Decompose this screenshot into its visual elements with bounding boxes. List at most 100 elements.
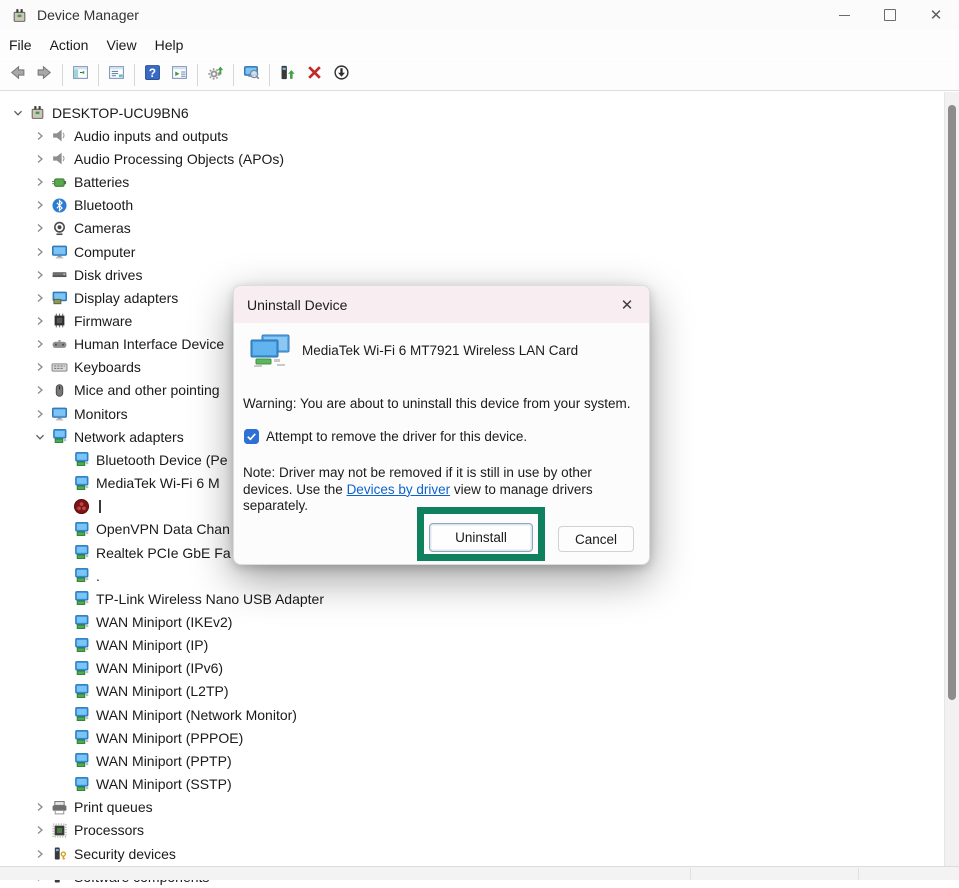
chevron-right-icon[interactable] bbox=[30, 359, 50, 375]
toolbar-separator bbox=[62, 64, 63, 86]
tree-item-label: Audio Processing Objects (APOs) bbox=[74, 151, 284, 167]
tree-item-label: Cameras bbox=[74, 220, 131, 236]
tree-item-label: WAN Miniport (PPTP) bbox=[96, 753, 232, 769]
tree-item[interactable]: WAN Miniport (IKEv2) bbox=[0, 610, 944, 633]
tree-item[interactable]: WAN Miniport (PPTP) bbox=[0, 749, 944, 772]
tree-item[interactable]: Audio inputs and outputs bbox=[0, 124, 944, 147]
text-cursor bbox=[99, 500, 101, 513]
chevron-right-icon[interactable] bbox=[30, 406, 50, 422]
toolbar-separator bbox=[233, 64, 234, 86]
tree-item[interactable]: WAN Miniport (Network Monitor) bbox=[0, 703, 944, 726]
vertical-scrollbar[interactable] bbox=[944, 92, 959, 866]
update-device-driver-button[interactable] bbox=[274, 62, 301, 88]
chevron-spacer bbox=[52, 614, 72, 630]
minimize-button[interactable] bbox=[821, 0, 867, 30]
chevron-spacer bbox=[52, 545, 72, 561]
printer-icon bbox=[50, 799, 68, 815]
tree-item[interactable]: Audio Processing Objects (APOs) bbox=[0, 147, 944, 170]
action-window-button[interactable] bbox=[166, 62, 193, 88]
tree-item[interactable]: . bbox=[0, 564, 944, 587]
note-line3: separately. bbox=[243, 498, 308, 513]
cancel-button[interactable]: Cancel bbox=[558, 526, 634, 552]
chevron-right-icon[interactable] bbox=[30, 128, 50, 144]
chevron-right-icon[interactable] bbox=[30, 846, 50, 862]
tree-item[interactable]: Computer bbox=[0, 240, 944, 263]
network-icon bbox=[72, 730, 90, 746]
chevron-right-icon[interactable] bbox=[30, 822, 50, 838]
tree-item-label: Mice and other pointing bbox=[74, 382, 220, 398]
tree-item[interactable]: WAN Miniport (PPPOE) bbox=[0, 726, 944, 749]
chevron-right-icon[interactable] bbox=[30, 197, 50, 213]
chevron-right-icon[interactable] bbox=[30, 313, 50, 329]
menubar: File Action View Help bbox=[0, 31, 959, 58]
devices-by-driver-link[interactable]: Devices by driver bbox=[347, 482, 451, 497]
remove-driver-checkbox[interactable] bbox=[244, 429, 259, 444]
tree-item[interactable]: Batteries bbox=[0, 170, 944, 193]
menu-view[interactable]: View bbox=[97, 34, 145, 56]
back-arrow-button[interactable] bbox=[4, 62, 31, 88]
tree-item[interactable]: Security devices bbox=[0, 842, 944, 865]
chevron-right-icon[interactable] bbox=[30, 267, 50, 283]
statusbar-separator bbox=[690, 868, 691, 880]
chevron-right-icon[interactable] bbox=[30, 244, 50, 260]
menu-help[interactable]: Help bbox=[146, 34, 193, 56]
scan-hardware-changes-button[interactable] bbox=[238, 62, 265, 88]
chevron-right-icon[interactable] bbox=[30, 151, 50, 167]
tree-item[interactable]: WAN Miniport (SSTP) bbox=[0, 773, 944, 796]
chevron-down-icon[interactable] bbox=[8, 105, 28, 121]
help-button[interactable]: ? bbox=[139, 62, 166, 88]
maximize-button[interactable] bbox=[867, 0, 913, 30]
tree-item-label: Realtek PCIe GbE Fa bbox=[96, 545, 231, 561]
tree-item-label: Disk drives bbox=[74, 267, 142, 283]
tree-item[interactable]: Cameras bbox=[0, 217, 944, 240]
chevron-right-icon[interactable] bbox=[30, 799, 50, 815]
monitor-icon bbox=[50, 406, 68, 422]
tree-item[interactable]: Processors bbox=[0, 819, 944, 842]
tree-item-label: Batteries bbox=[74, 174, 129, 190]
tree-item[interactable]: TP-Link Wireless Nano USB Adapter bbox=[0, 587, 944, 610]
uninstall-button[interactable]: Uninstall bbox=[429, 523, 533, 552]
tree-item-label: OpenVPN Data Chan bbox=[96, 521, 230, 537]
properties-button[interactable] bbox=[103, 62, 130, 88]
minimize-icon bbox=[839, 15, 850, 16]
tree-item-label: Bluetooth Device (Pe bbox=[96, 452, 228, 468]
scrollbar-thumb[interactable] bbox=[948, 105, 956, 700]
close-button[interactable]: ✕ bbox=[913, 0, 959, 30]
tree-item[interactable]: WAN Miniport (IPv6) bbox=[0, 657, 944, 680]
red-badge-icon bbox=[72, 498, 90, 514]
forward-arrow-button[interactable] bbox=[31, 62, 58, 88]
tree-item-label: Display adapters bbox=[74, 290, 178, 306]
chevron-spacer bbox=[52, 521, 72, 537]
tree-item-label: Audio inputs and outputs bbox=[74, 128, 228, 144]
tree-item[interactable]: Disk drives bbox=[0, 263, 944, 286]
tree-item[interactable]: WAN Miniport (L2TP) bbox=[0, 680, 944, 703]
network-icon bbox=[72, 568, 90, 584]
tree-item[interactable]: Bluetooth bbox=[0, 194, 944, 217]
chevron-right-icon[interactable] bbox=[30, 220, 50, 236]
warning-text: Warning: You are about to uninstall this… bbox=[243, 396, 643, 411]
tree-item[interactable]: Print queues bbox=[0, 796, 944, 819]
tree-item[interactable]: DESKTOP-UCU9BN6 bbox=[0, 101, 944, 124]
network-icon bbox=[72, 591, 90, 607]
chevron-right-icon[interactable] bbox=[30, 382, 50, 398]
disable-device-icon bbox=[333, 64, 350, 86]
uninstall-device-button[interactable] bbox=[301, 62, 328, 88]
disable-device-button[interactable] bbox=[328, 62, 355, 88]
maximize-icon bbox=[884, 9, 896, 21]
chevron-right-icon[interactable] bbox=[30, 174, 50, 190]
toolbar-separator bbox=[98, 64, 99, 86]
menu-file[interactable]: File bbox=[0, 34, 41, 56]
chevron-right-icon[interactable] bbox=[30, 336, 50, 352]
dialog-close-button[interactable]: ✕ bbox=[615, 293, 639, 317]
tree-item-label: DESKTOP-UCU9BN6 bbox=[52, 105, 189, 121]
tree-item[interactable]: WAN Miniport (IP) bbox=[0, 634, 944, 657]
console-tree-toggle-button[interactable] bbox=[67, 62, 94, 88]
update-driver-button[interactable] bbox=[202, 62, 229, 88]
network-icon bbox=[72, 545, 90, 561]
tree-item-label: Bluetooth bbox=[74, 197, 133, 213]
menu-action[interactable]: Action bbox=[41, 34, 98, 56]
chevron-right-icon[interactable] bbox=[30, 290, 50, 306]
chevron-down-icon[interactable] bbox=[30, 429, 50, 445]
tree-item-label: WAN Miniport (IP) bbox=[96, 637, 208, 653]
statusbar bbox=[0, 866, 959, 880]
